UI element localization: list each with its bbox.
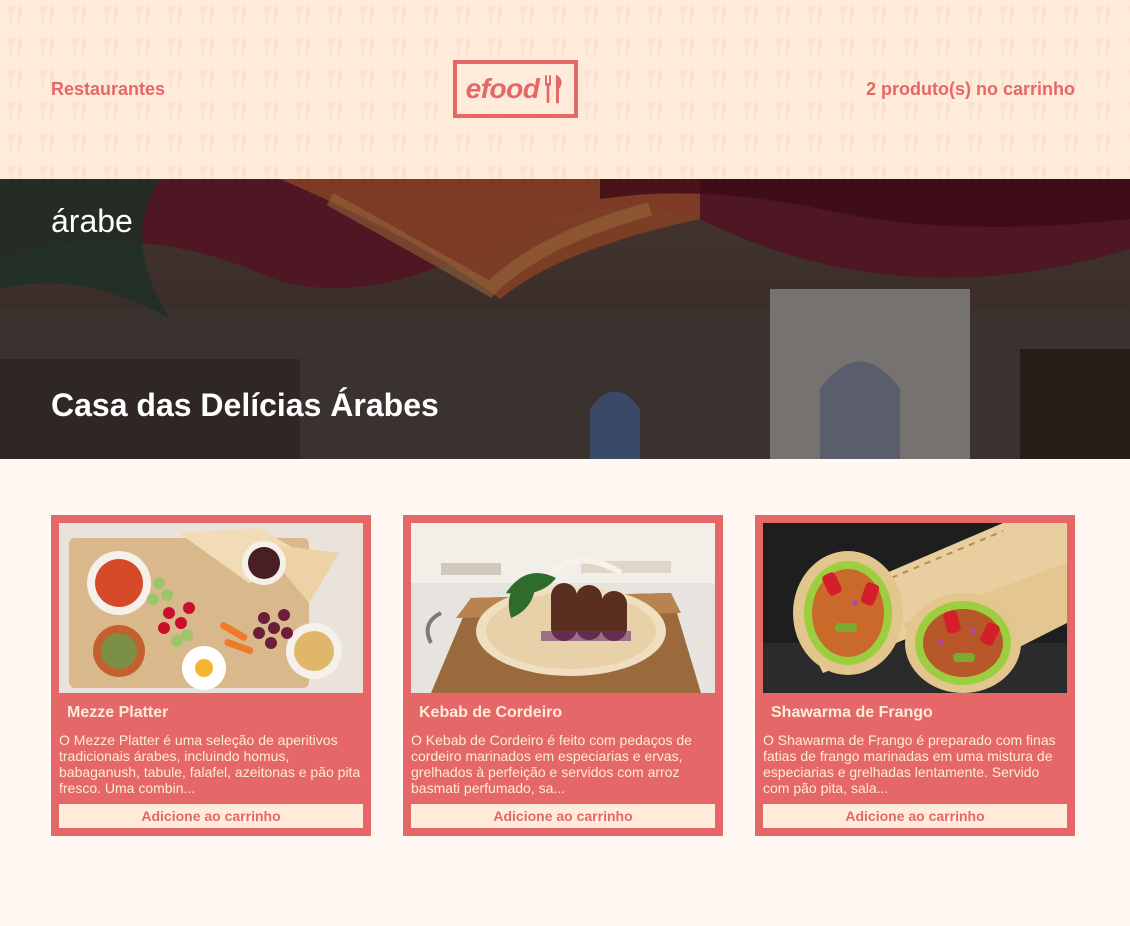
add-to-cart-button[interactable]: Adicione ao carrinho	[763, 804, 1067, 828]
product-title: Mezze Platter	[67, 704, 169, 721]
product-title: Kebab de Cordeiro	[419, 704, 563, 721]
product-list: Mezze Platter O Mezze Platter é uma sele…	[51, 515, 1075, 836]
restaurant-banner: árabe Casa das Delícias Árabes	[0, 179, 1130, 459]
add-to-cart-button[interactable]: Adicione ao carrinho	[59, 804, 363, 828]
fork-knife-icon	[545, 75, 562, 104]
product-image-mezze	[59, 523, 363, 693]
product-image-kebab	[411, 523, 715, 693]
product-image-shawarma	[763, 523, 1067, 693]
product-card: Mezze Platter O Mezze Platter é uma sele…	[51, 515, 371, 836]
product-card: Shawarma de Frango O Shawarma de Frango …	[755, 515, 1075, 836]
product-description: O Kebab de Cordeiro é feito com pedaços …	[411, 732, 692, 796]
restaurant-name: Casa das Delícias Árabes	[51, 387, 439, 423]
product-description: O Mezze Platter é uma seleção de aperiti…	[59, 732, 361, 796]
restaurant-category: árabe	[51, 203, 133, 239]
header: Restaurantes efood 2 produto(s) no carri…	[0, 0, 1130, 179]
logo[interactable]: efood	[453, 60, 578, 118]
nav-restaurants-link[interactable]: Restaurantes	[51, 79, 165, 100]
cart-link[interactable]: 2 produto(s) no carrinho	[866, 79, 1075, 100]
product-title: Shawarma de Frango	[771, 704, 933, 721]
add-to-cart-button[interactable]: Adicione ao carrinho	[411, 804, 715, 828]
product-card: Kebab de Cordeiro O Kebab de Cordeiro é …	[403, 515, 723, 836]
product-description: O Shawarma de Frango é preparado com fin…	[763, 732, 1056, 796]
logo-text: efood	[465, 73, 540, 104]
